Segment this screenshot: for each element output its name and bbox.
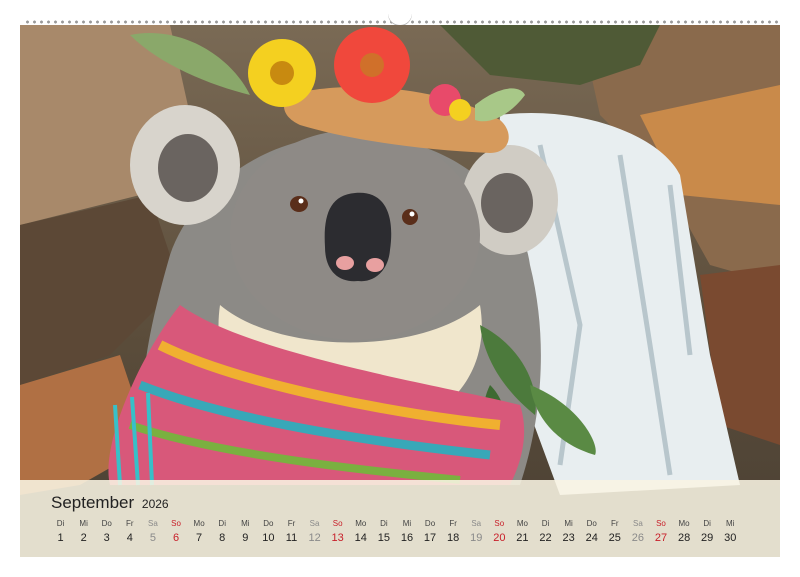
days-row: Di 1 Mi 2 Do 3 Fr 4 Sa 5 So 6 Mo 7 Di 8 Mi 9 Do 10 Fr 11 Sa 12 S… <box>49 520 742 544</box>
calendar-day: Di 22 <box>534 520 557 544</box>
calendar-day: Mi 23 <box>557 520 580 544</box>
calendar-day: Mi 30 <box>719 520 742 544</box>
calendar-day: So 27 <box>649 520 672 544</box>
calendar-day: Mo 14 <box>349 520 372 544</box>
day-number: 4 <box>126 532 133 544</box>
day-number: 18 <box>447 532 460 544</box>
calendar-day: Do 24 <box>580 520 603 544</box>
month-title: September 2026 <box>51 493 169 513</box>
day-number: 5 <box>149 532 156 544</box>
day-number: 24 <box>585 532 598 544</box>
calendar-day: Mo 7 <box>188 520 211 544</box>
day-number: 27 <box>654 532 668 544</box>
day-number: 14 <box>354 532 367 544</box>
calendar-day: Mo 28 <box>673 520 696 544</box>
koala-eye-right <box>402 209 418 225</box>
day-number: 21 <box>516 532 529 544</box>
calendar-day: Fr 4 <box>118 520 141 544</box>
flower-small-yellow <box>449 99 471 121</box>
day-number: 9 <box>242 532 249 544</box>
day-number: 26 <box>631 532 645 544</box>
day-number: 22 <box>539 532 552 544</box>
koala-photo <box>20 25 780 557</box>
day-number: 11 <box>285 532 298 544</box>
calendar-day: Fr 25 <box>603 520 626 544</box>
calendar-day: Mi 16 <box>395 520 418 544</box>
calendar-day: So 20 <box>488 520 511 544</box>
calendar-day: So 13 <box>326 520 349 544</box>
calendar-day: Sa 12 <box>303 520 326 544</box>
calendar-day: Mi 9 <box>234 520 257 544</box>
flower-yellow <box>248 39 316 107</box>
day-number: 28 <box>677 532 691 544</box>
flower-red <box>334 27 410 103</box>
day-number: 1 <box>57 532 64 544</box>
calendar-day: Fr 18 <box>442 520 465 544</box>
day-number: 13 <box>331 532 344 544</box>
koala-eye-left <box>290 196 308 212</box>
calendar-day: Di 8 <box>211 520 234 544</box>
calendar-day: So 6 <box>164 520 187 544</box>
calendar-day: Di 1 <box>49 520 72 544</box>
calendar-day: Di 15 <box>372 520 395 544</box>
day-number: 19 <box>470 532 483 544</box>
day-number: 6 <box>172 532 180 544</box>
calendar-day: Di 29 <box>696 520 719 544</box>
calendar-day: Sa 26 <box>626 520 649 544</box>
month-name: September <box>51 493 135 512</box>
day-number: 7 <box>196 532 203 544</box>
calendar-day: Do 3 <box>95 520 118 544</box>
day-number: 23 <box>562 532 575 544</box>
day-number: 15 <box>377 532 390 544</box>
day-number: 3 <box>103 532 110 544</box>
day-number: 17 <box>423 532 437 544</box>
calendar-day: Mi 2 <box>72 520 95 544</box>
calendar-day: Do 17 <box>419 520 442 544</box>
calendar-day: Do 10 <box>257 520 280 544</box>
year-label: 2026 <box>141 497 169 511</box>
day-number: 20 <box>493 532 506 544</box>
day-number: 25 <box>608 532 621 544</box>
calendar-day: Mo 21 <box>511 520 534 544</box>
day-number: 30 <box>724 532 737 544</box>
day-number: 12 <box>308 532 321 544</box>
calendar-strip: September 2026 Di 1 Mi 2 Do 3 Fr 4 Sa 5 So 6 Mo 7 Di 8 M… <box>20 480 780 557</box>
calendar-day: Sa 5 <box>141 520 164 544</box>
day-number: 29 <box>701 532 714 544</box>
day-number: 10 <box>262 532 275 544</box>
day-number: 2 <box>80 532 87 544</box>
calendar-day: Fr 11 <box>280 520 303 544</box>
calendar-day: Sa 19 <box>465 520 488 544</box>
day-number: 16 <box>400 532 414 544</box>
day-number: 8 <box>219 532 226 544</box>
